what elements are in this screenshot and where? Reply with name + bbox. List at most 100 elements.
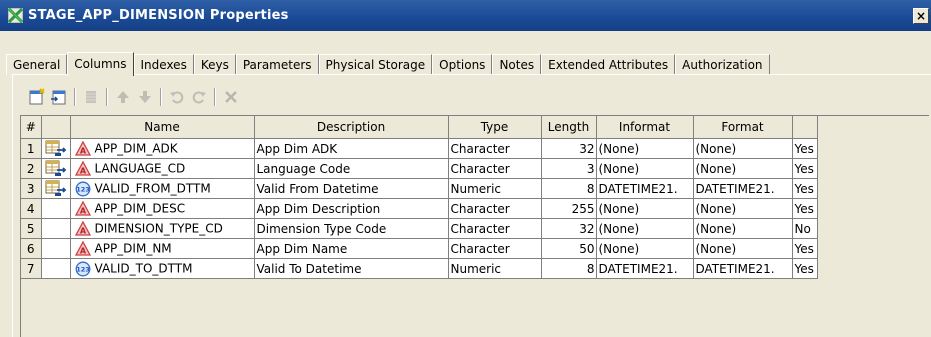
description-cell[interactable]: Language Code	[254, 158, 449, 179]
description-cell[interactable]: App Dim Name	[254, 238, 449, 259]
undo-icon[interactable]	[166, 86, 188, 108]
tab-authorization[interactable]: Authorization	[675, 54, 770, 75]
header-informat[interactable]: Informat	[596, 116, 694, 139]
informat-cell[interactable]: DATETIME21.	[596, 258, 694, 279]
column-name-cell[interactable]: 123 VALID_TO_DTTM	[70, 258, 255, 279]
row-number[interactable]: 7	[21, 258, 42, 279]
type-cell[interactable]: Numeric	[448, 258, 542, 279]
row-number[interactable]: 2	[21, 158, 42, 179]
close-button[interactable]: ×	[913, 8, 929, 24]
tab-columns[interactable]: Columns	[67, 52, 134, 76]
informat-cell[interactable]: (None)	[596, 218, 694, 239]
tab-keys[interactable]: Keys	[193, 54, 236, 75]
header-description[interactable]: Description	[254, 116, 449, 139]
row-number[interactable]: 6	[21, 238, 42, 259]
table-row[interactable]: 2 A LANGUAGE_CD Language Code Character 3…	[21, 158, 818, 179]
column-name-cell[interactable]: 123 VALID_FROM_DTTM	[70, 178, 255, 199]
informat-cell[interactable]: (None)	[596, 238, 694, 259]
description-cell[interactable]: Valid From Datetime	[254, 178, 449, 199]
header-name[interactable]: Name	[70, 116, 255, 139]
description-cell[interactable]: App Dim Description	[254, 198, 449, 219]
nullable-cell[interactable]: Yes	[792, 198, 818, 219]
header-nullable[interactable]	[792, 116, 818, 139]
nullable-cell[interactable]: Yes	[792, 178, 818, 199]
delete-column-icon[interactable]	[80, 86, 102, 108]
character-type-icon: A	[74, 140, 95, 156]
column-name-cell[interactable]: A DIMENSION_TYPE_CD	[70, 218, 255, 239]
type-cell[interactable]: Character	[448, 238, 542, 259]
format-cell[interactable]: (None)	[693, 238, 793, 259]
key-cell	[41, 138, 71, 159]
length-cell[interactable]: 32	[541, 218, 597, 239]
type-cell[interactable]: Character	[448, 158, 542, 179]
nullable-cell[interactable]: Yes	[792, 238, 818, 259]
row-number[interactable]: 1	[21, 138, 42, 159]
length-cell[interactable]: 50	[541, 238, 597, 259]
table-row[interactable]: 1 A APP_DIM_ADK App Dim ADK Character 32 …	[21, 138, 818, 159]
row-number[interactable]: 3	[21, 178, 42, 199]
nullable-cell[interactable]: Yes	[792, 138, 818, 159]
header-format[interactable]: Format	[693, 116, 793, 139]
column-name: VALID_FROM_DTTM	[94, 181, 211, 195]
remove-icon[interactable]	[220, 86, 242, 108]
column-name: APP_DIM_DESC	[94, 201, 186, 215]
format-cell[interactable]: (None)	[693, 218, 793, 239]
length-cell[interactable]: 32	[541, 138, 597, 159]
tab-indexes[interactable]: Indexes	[133, 54, 194, 75]
tab-notes[interactable]: Notes	[492, 54, 542, 75]
description-cell[interactable]: App Dim ADK	[254, 138, 449, 159]
header-type[interactable]: Type	[448, 116, 542, 139]
informat-cell[interactable]: (None)	[596, 158, 694, 179]
column-name-cell[interactable]: A APP_DIM_ADK	[70, 138, 255, 159]
format-cell[interactable]: DATETIME21.	[693, 178, 793, 199]
move-down-icon[interactable]	[134, 86, 156, 108]
informat-cell[interactable]: (None)	[596, 138, 694, 159]
row-number[interactable]: 4	[21, 198, 42, 219]
nullable-cell[interactable]: Yes	[792, 258, 818, 279]
header-length[interactable]: Length	[541, 116, 597, 139]
format-cell[interactable]: (None)	[693, 198, 793, 219]
row-number[interactable]: 5	[21, 218, 42, 239]
redo-icon[interactable]	[188, 86, 210, 108]
svg-text:A: A	[79, 146, 86, 155]
key-cell	[41, 158, 71, 179]
informat-cell[interactable]: DATETIME21.	[596, 178, 694, 199]
type-cell[interactable]: Character	[448, 218, 542, 239]
type-cell[interactable]: Character	[448, 198, 542, 219]
description-cell[interactable]: Dimension Type Code	[254, 218, 449, 239]
columns-grid: # Name Description Type Length Informat …	[20, 115, 929, 337]
description-cell[interactable]: Valid To Datetime	[254, 258, 449, 279]
header-key[interactable]	[41, 116, 71, 139]
nullable-cell[interactable]: No	[792, 218, 818, 239]
column-name-cell[interactable]: A LANGUAGE_CD	[70, 158, 255, 179]
tab-extended-attributes[interactable]: Extended Attributes	[541, 54, 676, 75]
length-cell[interactable]: 3	[541, 158, 597, 179]
table-row[interactable]: 5 A DIMENSION_TYPE_CD Dimension Type Code…	[21, 218, 818, 239]
nullable-cell[interactable]: Yes	[792, 158, 818, 179]
length-cell[interactable]: 8	[541, 178, 597, 199]
format-cell[interactable]: (None)	[693, 158, 793, 179]
toolbar-separator	[106, 88, 108, 106]
column-name-cell[interactable]: A APP_DIM_NM	[70, 238, 255, 259]
length-cell[interactable]: 8	[541, 258, 597, 279]
key-cell	[41, 198, 71, 219]
import-column-icon[interactable]	[48, 86, 70, 108]
move-up-icon[interactable]	[112, 86, 134, 108]
type-cell[interactable]: Character	[448, 138, 542, 159]
tab-options[interactable]: Options	[432, 54, 493, 75]
tab-general[interactable]: General	[6, 54, 68, 75]
table-row[interactable]: 4 A APP_DIM_DESC App Dim Description Char…	[21, 198, 818, 219]
tab-parameters[interactable]: Parameters	[235, 54, 319, 75]
column-name-cell[interactable]: A APP_DIM_DESC	[70, 198, 255, 219]
type-cell[interactable]: Numeric	[448, 178, 542, 199]
table-row[interactable]: 3 123 VALID_FROM_DTTM Valid From Datetime…	[21, 178, 818, 199]
header-row-number[interactable]: #	[21, 116, 42, 139]
format-cell[interactable]: (None)	[693, 138, 793, 159]
tab-physical-storage[interactable]: Physical Storage	[318, 54, 433, 75]
table-row[interactable]: 6 A APP_DIM_NM App Dim Name Character 50 …	[21, 238, 818, 259]
length-cell[interactable]: 255	[541, 198, 597, 219]
new-column-icon[interactable]	[26, 86, 48, 108]
format-cell[interactable]: DATETIME21.	[693, 258, 793, 279]
informat-cell[interactable]: (None)	[596, 198, 694, 219]
table-row[interactable]: 7 123 VALID_TO_DTTM Valid To Datetime Num…	[21, 258, 818, 279]
